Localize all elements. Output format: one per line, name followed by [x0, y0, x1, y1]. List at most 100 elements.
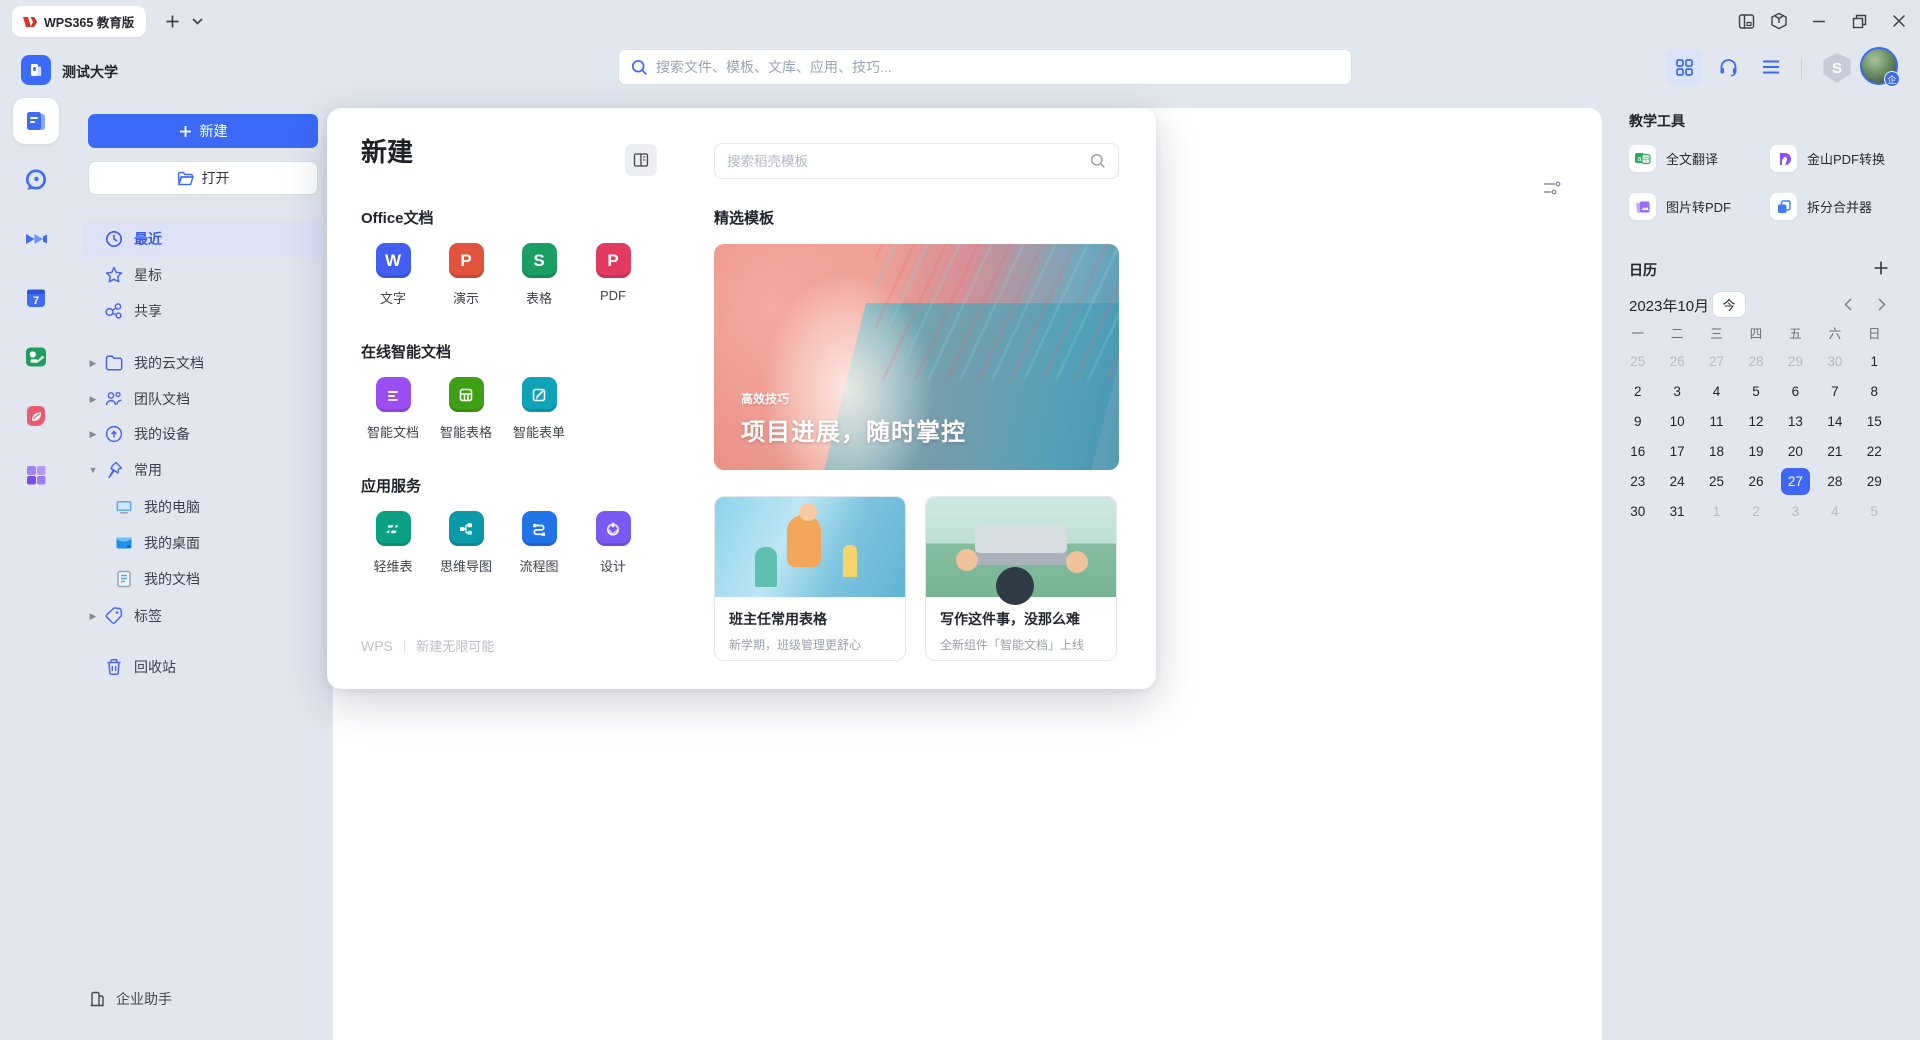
- calendar-day[interactable]: 28: [1820, 468, 1849, 495]
- expand-arrow-icon[interactable]: ▶: [82, 611, 104, 622]
- global-search-input[interactable]: [656, 59, 1339, 75]
- support-headset-button[interactable]: [1710, 49, 1746, 85]
- calendar-day[interactable]: 28: [1741, 348, 1770, 375]
- org-name[interactable]: 测试大学: [62, 62, 118, 82]
- template-card-homeroom[interactable]: 班主任常用表格 新学期，班级管理更舒心: [714, 496, 906, 661]
- tool-full-translation[interactable]: a中 全文翻译: [1629, 145, 1718, 172]
- calendar-day[interactable]: 5: [1741, 378, 1770, 405]
- tool-image-to-pdf[interactable]: 图片转PDF: [1629, 193, 1731, 220]
- sidebar-item-my-desktop[interactable]: 我的桌面: [82, 525, 324, 561]
- calendar-day[interactable]: 18: [1702, 438, 1731, 465]
- expand-arrow-icon[interactable]: ▶: [82, 394, 104, 405]
- calendar-day[interactable]: 15: [1860, 408, 1889, 435]
- new-smart-form-tile[interactable]: 智能表单: [502, 377, 576, 441]
- rail-apps-button[interactable]: [13, 452, 59, 498]
- calendar-day[interactable]: 23: [1623, 468, 1652, 495]
- close-button[interactable]: [1884, 7, 1914, 35]
- rail-messages-button[interactable]: [13, 157, 59, 203]
- rail-notes-button[interactable]: [13, 393, 59, 439]
- main-menu-button[interactable]: [1753, 49, 1789, 85]
- calendar-day[interactable]: 16: [1623, 438, 1652, 465]
- member-shield-icon[interactable]: S: [1822, 53, 1852, 83]
- calendar-day[interactable]: 26: [1741, 468, 1770, 495]
- minimize-button[interactable]: [1804, 7, 1834, 35]
- calendar-day[interactable]: 6: [1781, 378, 1810, 405]
- rail-classroom-button[interactable]: [13, 334, 59, 380]
- template-card-writing[interactable]: 写作这件事，没那么难 全新组件「智能文档」上线: [925, 496, 1117, 661]
- calendar-day[interactable]: 5: [1860, 498, 1889, 525]
- calendar-next-icon[interactable]: [1869, 291, 1895, 317]
- sidebar-item-recycle-bin[interactable]: 回收站: [82, 649, 324, 685]
- template-search[interactable]: [714, 143, 1119, 179]
- calendar-day[interactable]: 3: [1781, 498, 1810, 525]
- layout-toggle-button[interactable]: [625, 144, 657, 176]
- sidebar-item-cloud-docs[interactable]: ▶ 我的云文档: [82, 345, 324, 381]
- new-smart-sheet-tile[interactable]: 智能表格: [429, 377, 503, 441]
- calendar-day[interactable]: 29: [1860, 468, 1889, 495]
- new-writer-tile[interactable]: W 文字: [356, 243, 430, 307]
- rail-documents-button[interactable]: [13, 98, 59, 144]
- global-search[interactable]: [618, 49, 1352, 85]
- calendar-day[interactable]: 22: [1860, 438, 1889, 465]
- calendar-day[interactable]: 25: [1702, 468, 1731, 495]
- enterprise-assistant[interactable]: 企业助手: [88, 989, 172, 1009]
- new-pdf-tile[interactable]: P PDF: [576, 243, 650, 303]
- calendar-day[interactable]: 30: [1820, 348, 1849, 375]
- calendar-day[interactable]: 4: [1702, 378, 1731, 405]
- calendar-day[interactable]: 17: [1663, 438, 1692, 465]
- calendar-day[interactable]: 7: [1820, 378, 1849, 405]
- calendar-day[interactable]: 3: [1663, 378, 1692, 405]
- calendar-today-button[interactable]: 今: [1712, 291, 1746, 318]
- calendar-day[interactable]: 30: [1623, 498, 1652, 525]
- calendar-day[interactable]: 4: [1820, 498, 1849, 525]
- calendar-day[interactable]: 27: [1702, 348, 1731, 375]
- sidebar-item-team-docs[interactable]: ▶ 团队文档: [82, 381, 324, 417]
- calendar-day[interactable]: 19: [1741, 438, 1770, 465]
- calendar-day[interactable]: 29: [1781, 348, 1810, 375]
- calendar-day[interactable]: 12: [1741, 408, 1770, 435]
- sidebar-item-my-computer[interactable]: 我的电脑: [82, 489, 324, 525]
- calendar-day[interactable]: 2: [1741, 498, 1770, 525]
- new-smart-doc-tile[interactable]: 智能文档: [356, 377, 430, 441]
- featured-banner[interactable]: 高效技巧 项目进展，随时掌控: [714, 244, 1119, 470]
- calendar-day[interactable]: 8: [1860, 378, 1889, 405]
- workspace-box-button[interactable]: [1764, 7, 1794, 35]
- new-lightsheet-tile[interactable]: 轻维表: [356, 511, 430, 575]
- tab-list-chevron-icon[interactable]: [185, 9, 209, 33]
- home-tab[interactable]: WPS365 教育版: [12, 6, 146, 37]
- new-mindmap-tile[interactable]: 思维导图: [429, 511, 503, 575]
- reading-layout-button[interactable]: [1731, 7, 1761, 35]
- sidebar-item-tags[interactable]: ▶ 标签: [82, 598, 324, 634]
- calendar-day[interactable]: 11: [1702, 408, 1731, 435]
- expand-arrow-icon[interactable]: ▶: [82, 429, 104, 440]
- calendar-day[interactable]: 25: [1623, 348, 1652, 375]
- new-button[interactable]: 新建: [88, 114, 318, 148]
- calendar-day[interactable]: 1: [1860, 348, 1889, 375]
- rail-meeting-button[interactable]: [13, 216, 59, 262]
- new-design-tile[interactable]: 设计: [576, 511, 650, 575]
- display-settings-icon[interactable]: [1543, 180, 1561, 196]
- apps-grid-button[interactable]: [1666, 49, 1702, 85]
- sidebar-item-shared[interactable]: 共享: [82, 293, 324, 329]
- calendar-day[interactable]: 10: [1663, 408, 1692, 435]
- calendar-day[interactable]: 2: [1623, 378, 1652, 405]
- template-search-input[interactable]: [727, 154, 1082, 169]
- sidebar-item-recent[interactable]: 最近: [82, 221, 324, 257]
- calendar-day[interactable]: 24: [1663, 468, 1692, 495]
- calendar-day-selected[interactable]: 27: [1781, 468, 1810, 495]
- calendar-day[interactable]: 13: [1781, 408, 1810, 435]
- open-button[interactable]: 打开: [88, 161, 318, 195]
- new-tab-plus-icon[interactable]: [160, 9, 184, 33]
- expand-arrow-icon[interactable]: ▶: [82, 358, 104, 369]
- calendar-add-event-icon[interactable]: [1868, 255, 1894, 281]
- rail-calendar-button[interactable]: 7: [13, 275, 59, 321]
- new-spreadsheet-tile[interactable]: S 表格: [502, 243, 576, 307]
- new-presentation-tile[interactable]: P 演示: [429, 243, 503, 307]
- calendar-day[interactable]: 1: [1702, 498, 1731, 525]
- org-logo-icon[interactable]: [21, 55, 51, 85]
- sidebar-item-frequent[interactable]: ▼ 常用: [82, 452, 324, 488]
- calendar-day[interactable]: 14: [1820, 408, 1849, 435]
- calendar-day[interactable]: 20: [1781, 438, 1810, 465]
- calendar-day[interactable]: 26: [1663, 348, 1692, 375]
- calendar-day[interactable]: 9: [1623, 408, 1652, 435]
